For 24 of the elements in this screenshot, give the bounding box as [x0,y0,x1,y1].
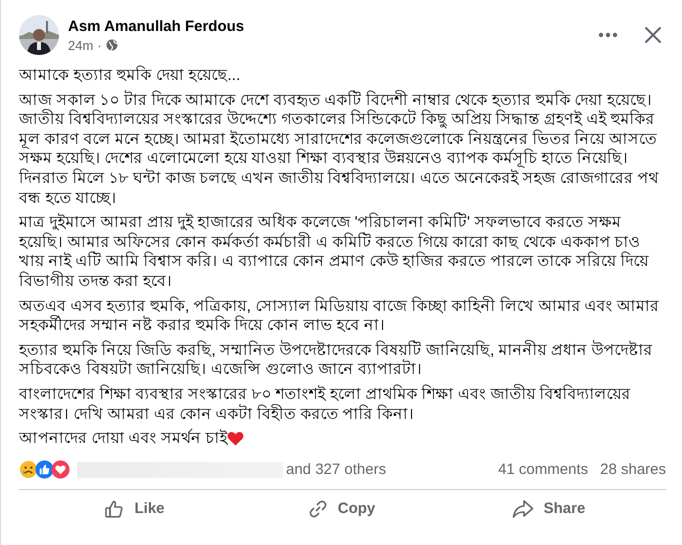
post-paragraph: হত্যার হুমকি নিয়ে জিডি করছি, সম্মানিত উপদেষ্টাদেরকে বিষয়টি জানিয়েছি, মাননীয় প্রধান উপদেষ্টার সচিবকেও বিষয়টা জানিয়েছি। এজেন্সি গুলোও জানে ব্যাপারটা। [19,340,654,380]
post-paragraph: অতএব এসব হত্যার হুমকি, পত্রিকায়, সোস্যাল মিডিয়ায় বাজে কিচ্ছা কাহিনী লিখে আমার এবং আমার সহকর্মীদের সম্মান নষ্ট করার হুমকি দিয়ে কোন লাভ হবে না। [19,296,660,336]
heart-icon [227,431,244,446]
more-icon [598,32,618,38]
thumbs-up-icon [104,498,124,519]
separator-dot: · [97,38,102,52]
reaction-icons-drawing[interactable] [19,460,67,480]
shares-count[interactable]: 28 shares [600,461,666,478]
reaction-count[interactable]: and 327 others [286,461,386,478]
copy-button[interactable]: Copy [296,492,388,525]
post-paragraph: আমাকে হত্যার হুমকি দেয়া হয়েছে... [19,66,242,86]
post-paragraph: আজ সকাল ১০ টার দিকে আমাকে দেশে ব্যবহৃত একটি বিদেশী নাম্বার থেকে হত্যার হুমকি দেয়া হয়েছে। জাতীয় বিশ্ববিদ্যালয়ের সংস্কারের উদ্দেশ্যে গতকালের সিন্ডিকেটে কিছু অপ্রিয় সিদ্ধান্ত গ্রহণই এই হুমকির মূল কারণ বলে মনে হচ্ছে। আমরা ইতোমধ্যে সারাদেশের কলেজগুলোকে নিয়ন্ত্রনের ভিতর নিয়ে আসতে সক্ষম হয়েছি। দেশের এলোমেলো হয়ে যাওয়া শিক্ষা ব্যবস্থার উন্নয়নেও ব্যাপক কর্মসূচি হাতে নিয়েছি। দিনরাত মিলে ১৮ ঘন্টা কাজ চলছে এখন জাতীয় বিশ্ববিদ্যালয়ে। এতে অনেকেরই সহজ রোজগারের পথ বন্ধ হতে যাচ্ছে। [19,90,660,208]
post-paragraph: আপনাদের দোয়া এবং সমর্থন চাই [19,429,228,449]
like-button[interactable]: Like [92,492,176,525]
share-button[interactable]: Share [500,492,598,525]
post-paragraph: মাত্র দুইমাসে আমরা প্রায় দুই হাজারের অধিক কলেজে 'পরিচালনা কমিটি' সফলভাবে করতে সক্ষম হয়েছি। আমার অফিসের কোন কর্মকর্তা কর্মচারী এ কমিটি করতে গিয়ে কারো কাছ থেকে এককাপ চাও খায় নাই এটি আমি বিশ্বাস করি। এ ব্যাপারে কোন প্রমাণ কেউ হাজির করতে পারলে তাকে সরিয়ে দিয়ে বিভাগীয় তদন্ত করা হবে। [19,213,650,292]
author-name[interactable]: Asm Amanullah Ferdous [68,18,594,34]
post-time[interactable]: 24m [68,38,94,52]
share-arrow-icon [512,498,534,519]
link-icon [308,498,328,519]
post-paragraph: বাংলাদেশের শিক্ষা ব্যবস্থার সংস্কারের ৮০ শতাংশই হলো প্রাথমিক শিক্ষা এবং জাতীয় বিশ্ববিদ্যালয়ের সংস্কার। দেখি আমরা এর কোন একটা বিহীত করতে পারি কিনা। [19,384,632,424]
close-icon [644,26,662,44]
comments-count[interactable]: 41 comments [498,461,588,478]
globe-icon [106,39,118,51]
